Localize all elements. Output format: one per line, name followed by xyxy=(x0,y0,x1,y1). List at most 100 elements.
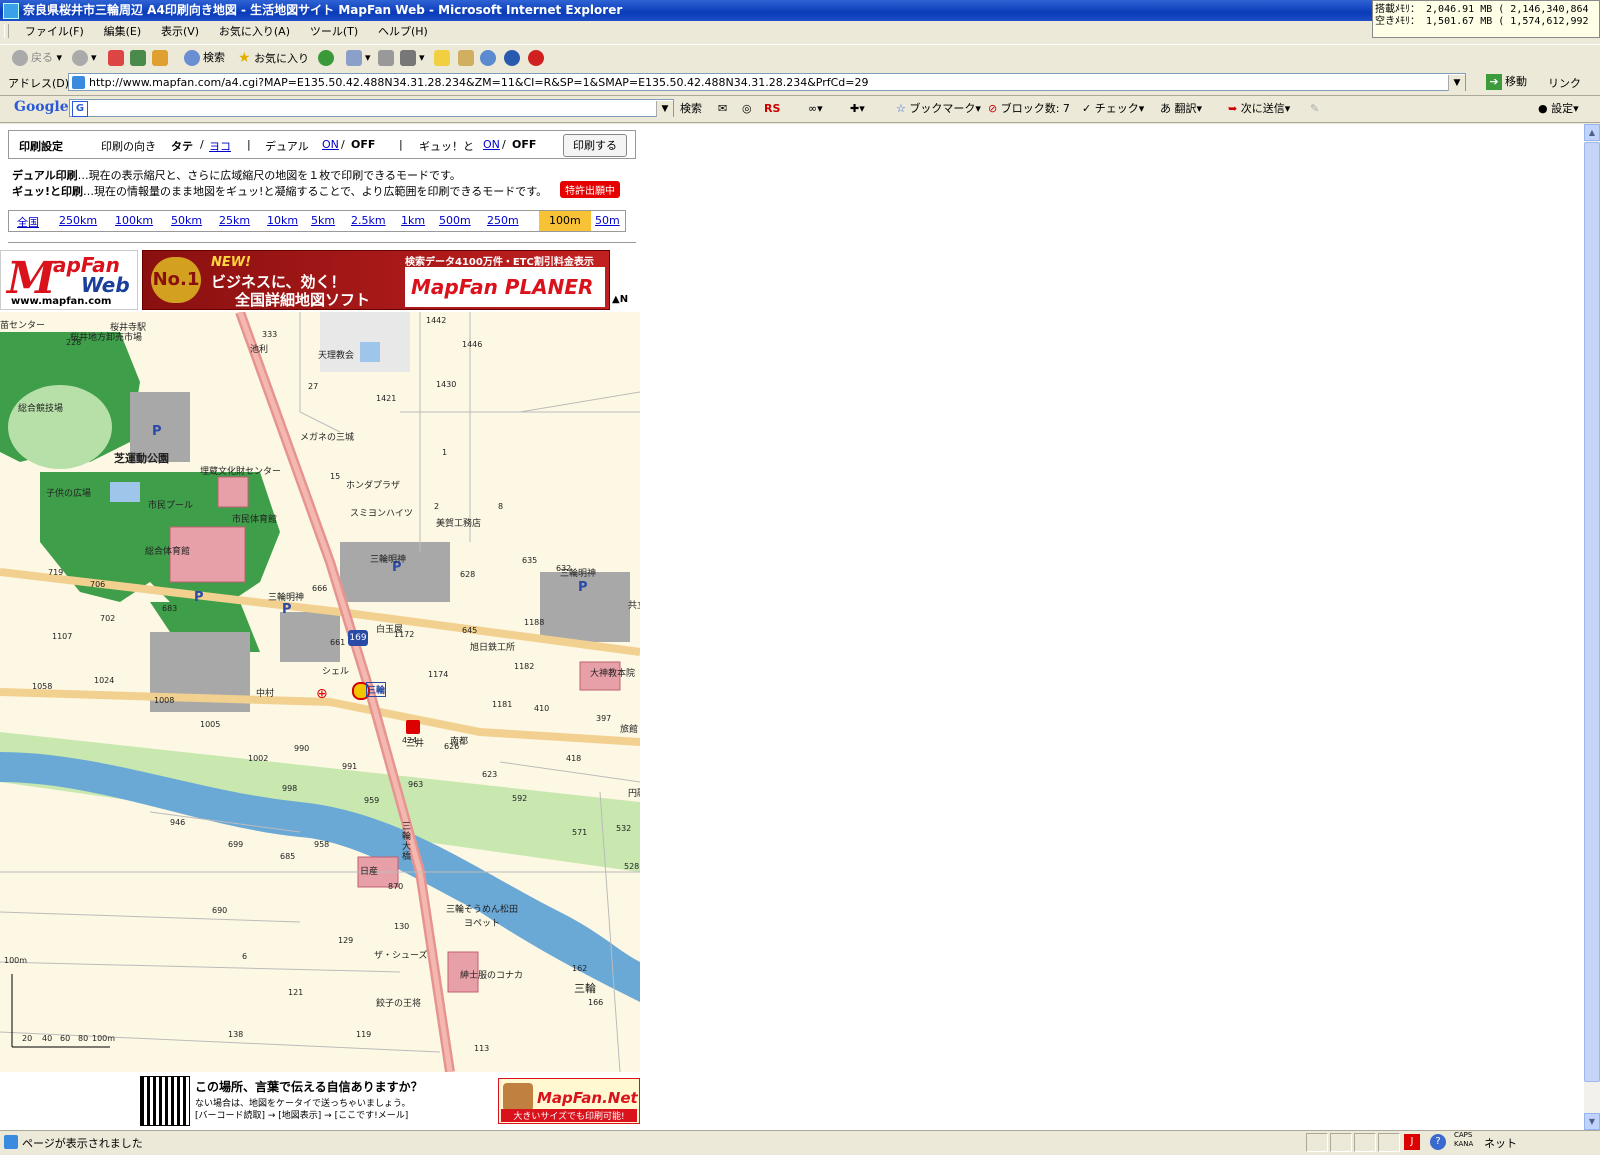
popup-blocker-button[interactable]: ⊘ ブロック数: 7 xyxy=(988,101,1070,117)
map-label[interactable]: 紳士服のコナカ xyxy=(460,968,523,981)
mail-button[interactable]: ▾ xyxy=(346,49,371,67)
menu-help[interactable]: ヘルプ(H) xyxy=(370,21,436,41)
rs-button[interactable]: RS xyxy=(764,101,780,117)
send-to-button[interactable]: ➥ 次に送信▾ xyxy=(1228,101,1290,117)
map-label[interactable]: 旅館 xyxy=(620,722,638,735)
stop-button[interactable] xyxy=(108,49,127,67)
scale-link[interactable]: 250km xyxy=(59,214,97,227)
google-search-dropdown-icon[interactable]: ▼ xyxy=(656,101,673,117)
bookmarks-button[interactable]: ☆ ブックマーク▾ xyxy=(896,101,981,117)
map-label[interactable]: 市民体育館 xyxy=(232,512,277,525)
map-label[interactable]: 芝運動公園 xyxy=(114,450,169,466)
search-button[interactable]: 検索 xyxy=(184,49,225,67)
map-label[interactable]: 総合競技場 xyxy=(18,401,63,414)
mapfan-net-banner[interactable]: MapFan.Net 大きいサイズでも印刷可能! xyxy=(498,1078,640,1124)
map-label[interactable]: 三輪そうめん松田 xyxy=(446,902,518,915)
map-label[interactable]: 円融 xyxy=(628,786,640,799)
discuss-button[interactable] xyxy=(434,49,453,67)
scale-link[interactable]: 2.5km xyxy=(351,214,386,227)
history-button[interactable] xyxy=(318,49,337,67)
planer-ad-banner[interactable]: No.1 NEW! ビジネスに、効く！ 全国詳細地図ソフト 検索データ4100万… xyxy=(142,250,610,339)
print-toolbar-button[interactable] xyxy=(378,49,397,67)
scale-link[interactable]: 500m xyxy=(439,214,471,227)
map-label[interactable]: 三輪 xyxy=(366,682,387,697)
link-icon[interactable]: ∞▾ xyxy=(808,101,823,117)
print-button[interactable]: 印刷する xyxy=(563,134,627,157)
mitsui-bank-icon[interactable] xyxy=(406,720,420,734)
address-input[interactable]: http://www.mapfan.com/a4.cgi?MAP=E135.50… xyxy=(68,73,1466,91)
mapfan-web-logo[interactable]: M apFan Web www.mapfan.com xyxy=(0,250,138,310)
map-label[interactable]: 池利 xyxy=(250,342,268,355)
translate-button[interactable]: あ 翻訳▾ xyxy=(1160,101,1202,117)
links-button[interactable]: リンク xyxy=(1548,75,1581,91)
map-label[interactable]: ザ・シューズ xyxy=(374,948,428,961)
map-label[interactable]: 中村 xyxy=(256,686,274,699)
settings-button[interactable]: ● 設定▾ xyxy=(1538,101,1579,117)
map-label[interactable]: メガネの三城 xyxy=(300,430,354,443)
vertical-scrollbar[interactable]: ▲ ▼ xyxy=(1584,124,1600,1130)
map-label[interactable]: 三輪 xyxy=(574,980,596,996)
back-button[interactable]: 戻る ▾ xyxy=(12,49,62,67)
map-label[interactable]: 三輪大橋 xyxy=(402,822,412,862)
map-label[interactable]: 餃子の王将 xyxy=(376,996,421,1009)
map-label[interactable]: 総合体育館 xyxy=(145,544,190,557)
address-dropdown-icon[interactable]: ▼ xyxy=(1448,75,1465,91)
dual-on-link[interactable]: ON xyxy=(322,138,339,151)
compass-icon[interactable]: ◎ xyxy=(742,101,752,117)
map-label[interactable]: シェル xyxy=(322,664,349,677)
menu-view[interactable]: 表示(V) xyxy=(153,21,207,41)
google-search-input[interactable]: G ▼ xyxy=(69,99,674,117)
scale-link[interactable]: 50m xyxy=(595,214,620,227)
menu-favorites[interactable]: お気に入り(A) xyxy=(211,21,298,41)
map-label[interactable]: スミヨンハイツ xyxy=(350,506,413,519)
scale-selected[interactable]: 100m xyxy=(539,211,591,231)
scale-link[interactable]: 5km xyxy=(311,214,335,227)
menu-tools[interactable]: ツール(T) xyxy=(302,21,366,41)
forward-button[interactable]: ▾ xyxy=(72,49,97,67)
scroll-thumb[interactable] xyxy=(1584,142,1600,1082)
help-icon[interactable]: ? xyxy=(1430,1134,1446,1150)
favorites-button[interactable]: ★ お気に入り xyxy=(238,49,309,67)
research-button[interactable] xyxy=(458,49,477,67)
map-label[interactable]: 天理教会 xyxy=(318,348,354,361)
highlighter-icon[interactable]: ✎ xyxy=(1310,101,1319,117)
menu-file[interactable]: ファイル(F) xyxy=(17,21,92,41)
spellcheck-button[interactable]: ✓ チェック▾ xyxy=(1082,101,1144,117)
menu-edit[interactable]: 編集(E) xyxy=(96,21,150,41)
ime-icon[interactable]: J xyxy=(1404,1134,1420,1150)
edit-button[interactable]: ▾ xyxy=(400,49,425,67)
addon-button[interactable] xyxy=(528,49,547,67)
map-label[interactable]: 子供の広場 xyxy=(46,486,91,499)
map-label[interactable]: 埋蔵文化財センター xyxy=(200,464,281,477)
map-label[interactable]: 市民プール xyxy=(148,498,193,511)
scale-link[interactable]: 10km xyxy=(267,214,298,227)
orientation-yoko-link[interactable]: ヨコ xyxy=(209,138,231,154)
scale-link[interactable]: 100km xyxy=(115,214,153,227)
scale-link[interactable]: 250m xyxy=(487,214,519,227)
puzzle-icon[interactable]: ✚▾ xyxy=(850,101,865,117)
map-label[interactable]: 大神教本院 xyxy=(590,666,635,679)
scale-link[interactable]: 全国 xyxy=(17,214,39,230)
refresh-button[interactable] xyxy=(130,49,149,67)
map-label[interactable]: ホンダプラザ xyxy=(346,478,400,491)
news-icon[interactable]: ✉ xyxy=(718,101,727,117)
map-label[interactable]: 旭日鉄工所 xyxy=(470,640,515,653)
map-label[interactable]: 美賀工務店 xyxy=(436,516,481,529)
bluetooth-button[interactable] xyxy=(504,49,523,67)
gyu-on-link[interactable]: ON xyxy=(483,138,500,151)
scale-link[interactable]: 50km xyxy=(171,214,202,227)
scale-link[interactable]: 25km xyxy=(219,214,250,227)
scale-link[interactable]: 1km xyxy=(401,214,425,227)
scroll-up-icon[interactable]: ▲ xyxy=(1584,124,1600,141)
map-label[interactable]: 日産 xyxy=(360,864,378,877)
scroll-down-icon[interactable]: ▼ xyxy=(1584,1113,1600,1130)
google-search-button[interactable]: 検索 xyxy=(680,101,702,117)
map-label[interactable]: 三輪明神 xyxy=(268,590,304,603)
go-button[interactable]: ➔ 移動 xyxy=(1486,73,1527,91)
map-view[interactable]: 169 ⊕ P P P P P 苗センター 桜井寺駅 桜井地方卸売市場 池利 天… xyxy=(0,312,640,1072)
map-label[interactable]: 共立 xyxy=(628,598,640,611)
messenger-button[interactable] xyxy=(480,49,499,67)
home-button[interactable] xyxy=(152,49,171,67)
map-label[interactable]: 三輪明神 xyxy=(370,552,406,565)
map-label[interactable]: ヨペット xyxy=(464,916,500,929)
